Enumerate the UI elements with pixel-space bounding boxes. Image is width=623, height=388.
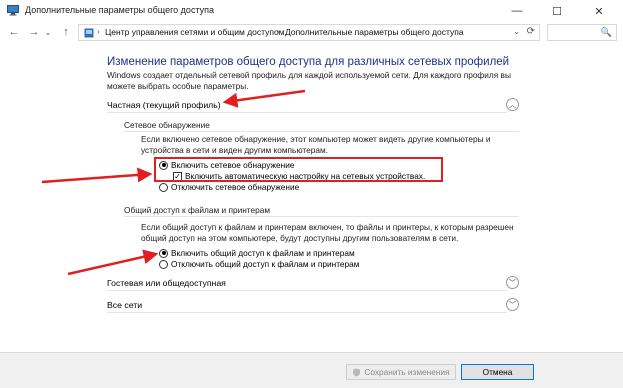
network-app-icon — [7, 5, 19, 16]
breadcrumb-advanced-sharing[interactable]: Дополнительные параметры общего доступа — [285, 27, 464, 37]
breadcrumb-separator: › — [97, 27, 100, 36]
cancel-button[interactable]: Отмена — [461, 364, 534, 380]
navigation-bar: ← → ⌄ ↑ › Центр управления сетями и общи… — [0, 22, 623, 42]
save-changes-button[interactable]: Сохранить изменения — [346, 364, 456, 380]
up-button[interactable]: ↑ — [58, 24, 74, 40]
address-bar[interactable]: › Центр управления сетями и общим доступ… — [78, 24, 540, 41]
title-bar: Дополнительные параметры общего доступа … — [0, 0, 623, 22]
breadcrumb-network-center[interactable]: Центр управления сетями и общим доступом — [105, 27, 285, 37]
annotation-arrow — [67, 249, 159, 276]
uac-shield-icon — [353, 368, 361, 376]
search-icon[interactable]: 🔍 — [601, 27, 612, 38]
breadcrumb-separator: › — [277, 27, 280, 36]
annotation-arrow — [222, 89, 306, 108]
maximize-button[interactable]: ☐ — [537, 0, 577, 22]
save-changes-label: Сохранить изменения — [364, 367, 450, 377]
close-button[interactable]: ✕ — [579, 0, 619, 22]
control-panel-icon — [84, 28, 94, 38]
address-dropdown-icon[interactable]: ⌄ — [513, 27, 520, 36]
search-input[interactable]: 🔍 — [547, 24, 617, 41]
recent-locations-button[interactable]: ⌄ — [43, 24, 53, 40]
main-content: Изменение параметров общего доступа для … — [0, 44, 623, 344]
refresh-icon[interactable]: ⟳ — [527, 26, 535, 37]
forward-button[interactable]: → — [26, 24, 42, 40]
minimize-button[interactable]: — — [497, 0, 537, 22]
back-button[interactable]: ← — [6, 24, 22, 40]
annotation-arrows — [41, 89, 306, 276]
footer-bar: Сохранить изменения Отмена — [0, 352, 623, 388]
window-title: Дополнительные параметры общего доступа — [25, 5, 215, 15]
annotation-arrow — [41, 167, 153, 184]
